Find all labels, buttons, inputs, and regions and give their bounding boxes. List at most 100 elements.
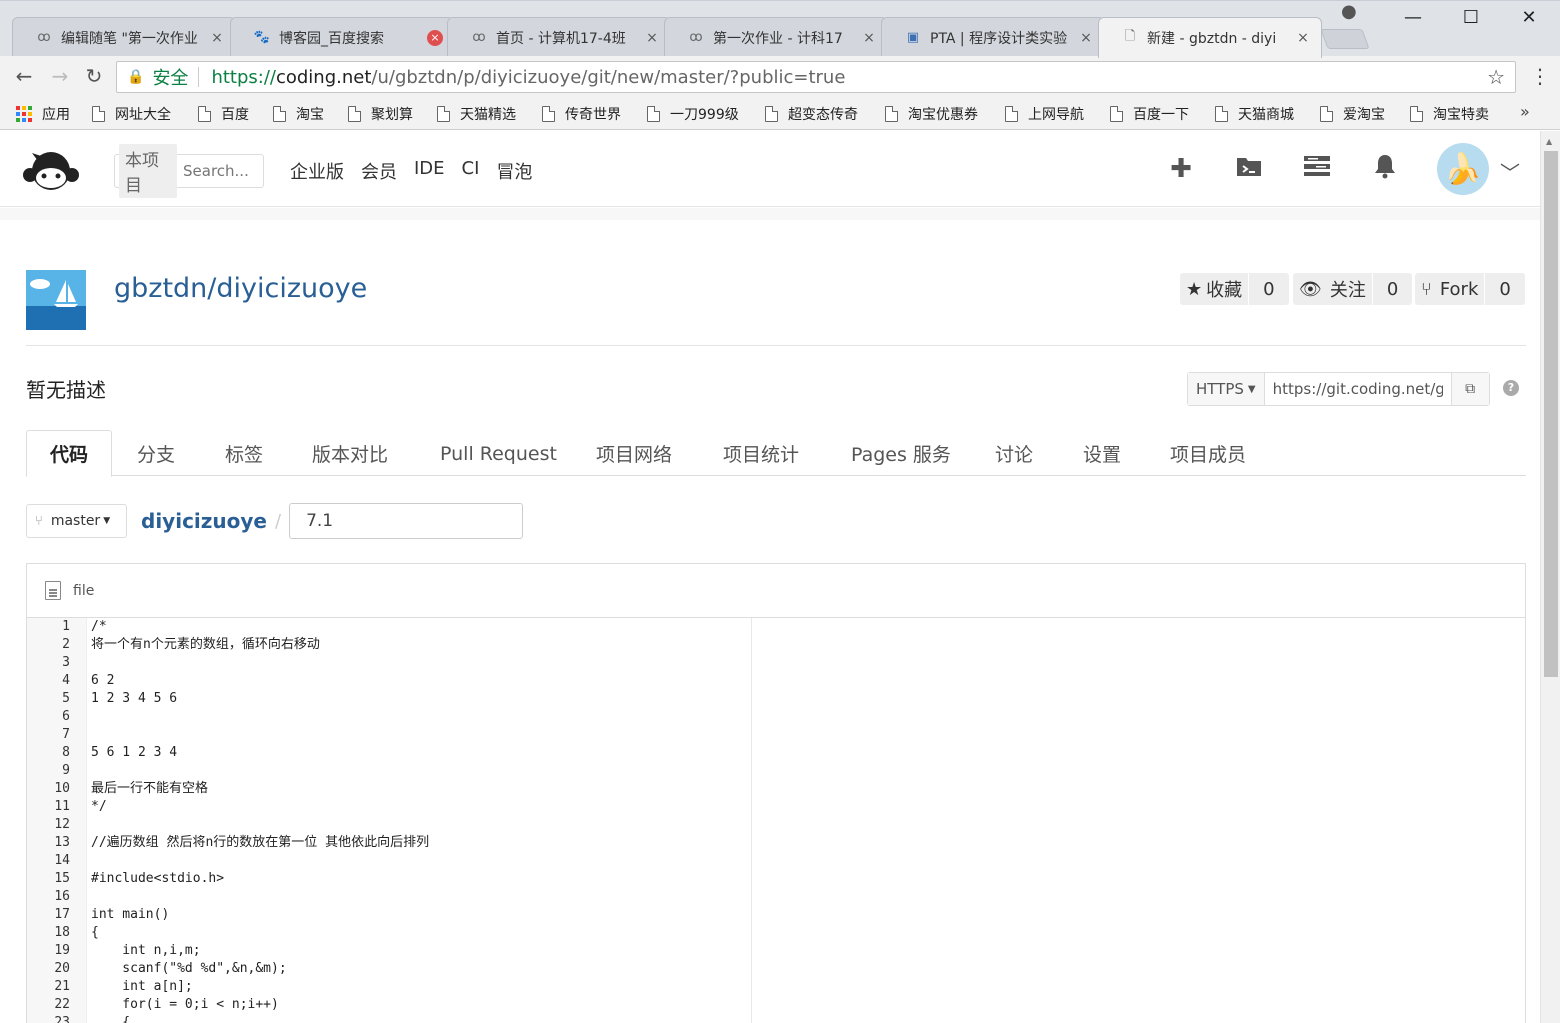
forward-icon[interactable]: →: [48, 64, 72, 88]
code-line[interactable]: [91, 888, 1525, 906]
bookmark-item[interactable]: 爱淘宝: [1320, 104, 1385, 124]
bookmark-item[interactable]: 天猫精选: [437, 104, 516, 124]
branch-selector[interactable]: ⑂ master ▼: [26, 504, 127, 538]
chevron-down-icon[interactable]: ﹀: [1500, 157, 1520, 186]
bookmark-item[interactable]: 一刀999级: [647, 104, 739, 124]
search-input[interactable]: [183, 162, 263, 180]
back-icon[interactable]: ←: [12, 64, 36, 88]
close-window-button[interactable]: ✕: [1500, 1, 1558, 33]
code-line[interactable]: [91, 654, 1525, 672]
close-icon[interactable]: ×: [209, 30, 225, 46]
new-tab-button[interactable]: [1320, 29, 1370, 49]
tab-coding-new[interactable]: 🗋 新建 - gbztdn - diyi ×: [1098, 17, 1322, 58]
code-line[interactable]: {: [91, 1014, 1525, 1023]
code-line[interactable]: int a[n];: [91, 978, 1525, 996]
code-line[interactable]: [91, 816, 1525, 834]
tab-discussion[interactable]: 讨论: [995, 430, 1033, 477]
coding-monkey-logo-icon[interactable]: [22, 147, 80, 193]
code-line[interactable]: */: [91, 798, 1525, 816]
profile-icon[interactable]: ●: [1341, 1, 1361, 22]
watch-button[interactable]: 👁 关注 0: [1293, 273, 1413, 305]
bookmark-item[interactable]: 超变态传奇: [765, 104, 858, 124]
bookmark-item[interactable]: 百度一下: [1110, 104, 1189, 124]
bookmark-star-icon[interactable]: ☆: [1487, 65, 1505, 89]
tab-pages[interactable]: Pages 服务: [851, 430, 951, 477]
reload-icon[interactable]: ↻: [82, 64, 106, 88]
tab-settings[interactable]: 设置: [1083, 430, 1121, 477]
tab-tags[interactable]: 标签: [225, 430, 263, 477]
bookmarks-overflow-icon[interactable]: »: [1520, 102, 1530, 121]
code-area[interactable]: 1 2 3 4 5 6 7 8 9 10 11 12 13 14 15 16 17 18 19 20 21 22 23 /*…: [27, 618, 1525, 1023]
code-line[interactable]: scanf("%d %d",&n,&m);: [91, 960, 1525, 978]
close-icon[interactable]: ×: [644, 30, 660, 46]
tab-class-home[interactable]: ꝏ 首页 - 计算机17-4班 ×: [447, 17, 671, 57]
avatar[interactable]: 🍌: [1437, 143, 1489, 195]
nav-enterprise[interactable]: 企业版: [290, 158, 344, 184]
clone-url-input[interactable]: [1264, 373, 1451, 405]
repo-title[interactable]: gbztdn/diyicizuoye: [114, 273, 367, 304]
nav-bubble[interactable]: 冒泡: [496, 158, 532, 184]
code-line[interactable]: //遍历数组 然后将n行的数放在第一位 其他依此向后排列: [91, 834, 1525, 852]
code-line[interactable]: [91, 708, 1525, 726]
folder-terminal-icon[interactable]: [1233, 153, 1265, 185]
bookmark-item[interactable]: 传奇世界: [542, 104, 621, 124]
project-search[interactable]: 本项目: [114, 144, 264, 198]
code-line[interactable]: 最后一行不能有空格: [91, 780, 1525, 798]
tab-code[interactable]: 代码: [26, 430, 113, 477]
code-line[interactable]: int n,i,m;: [91, 942, 1525, 960]
scrollbar-thumb[interactable]: [1544, 151, 1558, 677]
bookmark-item[interactable]: 百度: [198, 104, 249, 124]
list-menu-icon[interactable]: [1301, 153, 1333, 185]
clone-protocol-select[interactable]: HTTPS ▼: [1188, 373, 1265, 405]
star-button[interactable]: ★ 收藏 0: [1180, 273, 1289, 305]
code-line[interactable]: 1 2 3 4 5 6: [91, 690, 1525, 708]
minimize-button[interactable]: —: [1384, 1, 1442, 33]
scroll-up-arrow-icon[interactable]: ▲: [1546, 137, 1552, 146]
tab-members[interactable]: 项目成员: [1170, 430, 1246, 477]
tab-stats[interactable]: 项目统计: [723, 430, 799, 477]
tab-baidu-search[interactable]: 🐾 博客园_百度搜索 ×: [230, 17, 454, 57]
code-line[interactable]: 将一个有n个元素的数组，循环向右移动: [91, 636, 1525, 654]
copy-icon[interactable]: ⧉: [1450, 373, 1489, 405]
tab-branches[interactable]: 分支: [137, 430, 175, 477]
maximize-button[interactable]: ☐: [1442, 1, 1500, 33]
filename-input[interactable]: [289, 503, 524, 539]
page-scrollbar[interactable]: ▲: [1540, 131, 1560, 1023]
tab-pull-request[interactable]: Pull Request: [440, 430, 557, 477]
bookmark-item[interactable]: 网址大全: [92, 104, 171, 124]
tab-cnblogs-edit[interactable]: ꝏ 编辑随笔 "第一次作业 ×: [12, 17, 236, 57]
bookmark-item[interactable]: 天猫商城: [1215, 104, 1294, 124]
tab-first-homework[interactable]: ꝏ 第一次作业 - 计科17 ×: [664, 17, 888, 57]
tab-pta[interactable]: ▣ PTA | 程序设计类实验 ×: [881, 17, 1105, 57]
tab-compare[interactable]: 版本对比: [312, 430, 388, 477]
code-line[interactable]: {: [91, 924, 1525, 942]
nav-ci[interactable]: CI: [462, 158, 480, 184]
nav-ide[interactable]: IDE: [414, 158, 445, 184]
bookmark-item[interactable]: 上网导航: [1005, 104, 1084, 124]
browser-menu-icon[interactable]: ⋮: [1530, 64, 1550, 88]
code-line[interactable]: [91, 852, 1525, 870]
code-line[interactable]: [91, 762, 1525, 780]
nav-membership[interactable]: 会员: [361, 158, 397, 184]
close-icon[interactable]: ×: [1078, 30, 1094, 46]
code-line[interactable]: int main(): [91, 906, 1525, 924]
tab-network[interactable]: 项目网络: [596, 430, 672, 477]
bookmark-item[interactable]: 聚划算: [348, 104, 413, 124]
code-line[interactable]: [91, 726, 1525, 744]
bell-icon[interactable]: [1369, 153, 1401, 185]
bookmark-apps[interactable]: 应用: [16, 104, 70, 124]
code-line[interactable]: for(i = 0;i < n;i++): [91, 996, 1525, 1014]
code-line[interactable]: /*: [91, 618, 1525, 636]
code-line[interactable]: 5 6 1 2 3 4: [91, 744, 1525, 762]
code-line[interactable]: #include<stdio.h>: [91, 870, 1525, 888]
fork-button[interactable]: ⑂ Fork 0: [1415, 273, 1525, 305]
address-bar[interactable]: 🔒 安全 https://coding.net/u/gbztdn/p/diyic…: [116, 61, 1516, 93]
code-text-area[interactable]: /* 将一个有n个元素的数组，循环向右移动 6 21 2 3 4 5 6 5 6 1 …: [87, 618, 1525, 1023]
bookmark-item[interactable]: 淘宝优惠券: [885, 104, 978, 124]
bookmark-item[interactable]: 淘宝特卖: [1410, 104, 1489, 124]
plus-icon[interactable]: ✚: [1165, 153, 1197, 185]
bookmark-item[interactable]: 淘宝: [273, 104, 324, 124]
help-icon[interactable]: ?: [1503, 380, 1519, 396]
close-icon[interactable]: ×: [427, 29, 443, 46]
code-line[interactable]: 6 2: [91, 672, 1525, 690]
